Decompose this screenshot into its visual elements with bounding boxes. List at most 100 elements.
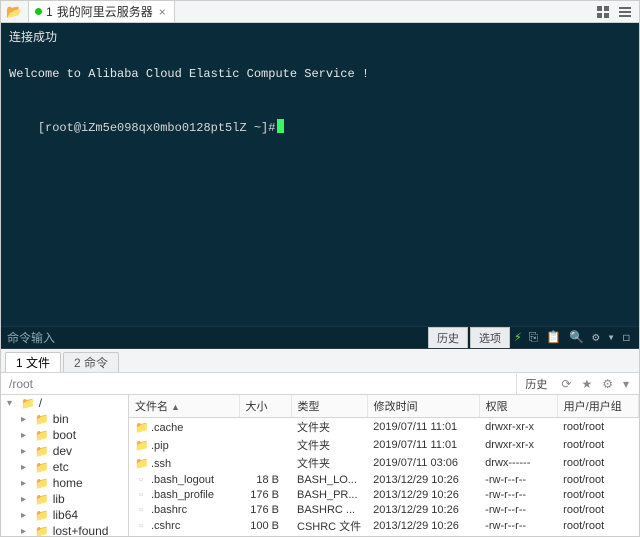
path-history-button[interactable]: 历史 [516, 374, 555, 394]
caret-right-icon: ▸ [21, 446, 31, 457]
folder-icon: 📁 [35, 477, 49, 490]
cell-owner: root/root [557, 487, 638, 502]
cell-name: 📁.cache [129, 418, 239, 437]
cell-modified: 2020/03/29 15:25 [367, 535, 479, 536]
terminal-bottom-bar: 命令输入 历史 选项 ⚡ ⎘ 📋 🔍 ⚙ ▾ ◻ [1, 326, 639, 348]
cell-type: BASH_PR... [291, 487, 367, 502]
cell-type: 文件夹 [291, 418, 367, 437]
tree-node[interactable]: ▸ 📁 lib [1, 491, 128, 507]
tree-node[interactable]: ▸📁boot [1, 427, 128, 443]
cell-perm: drwx------ [479, 454, 557, 472]
cell-type: BASH_LO... [291, 472, 367, 487]
session-tab[interactable]: 1 我的阿里云服务器 × [29, 1, 175, 22]
path-input[interactable] [1, 373, 516, 394]
close-icon[interactable]: × [157, 5, 168, 19]
panel-tabbar: 1 文件 2 命令 [1, 349, 639, 373]
terminal-prompt-line: [root@iZm5e098qx0mbo0128pt5lZ ~]# [9, 101, 631, 155]
col-perm[interactable]: 权限 [479, 395, 557, 418]
table-row[interactable]: 📁.cache文件夹2019/07/11 11:01drwxr-xr-xroot… [129, 418, 639, 437]
folder-icon: 📁 [35, 461, 49, 474]
tree-node[interactable]: ▸📁lib64 [1, 507, 128, 523]
cell-modified: 2013/12/29 10:26 [367, 472, 479, 487]
cell-perm: -rw-r--r-- [479, 502, 557, 517]
tab-commands[interactable]: 2 命令 [63, 352, 119, 372]
tree-node[interactable]: ▸📁lost+found [1, 523, 128, 536]
refresh-icon[interactable]: ⟳ [557, 377, 575, 391]
terminal[interactable]: 连接成功 Welcome to Alibaba Cloud Elastic Co… [1, 23, 639, 349]
table-row[interactable]: ▫.bash_profile176 BBASH_PR...2013/12/29 … [129, 487, 639, 502]
folder-open-icon[interactable]: 📂 [1, 1, 29, 22]
directory-tree[interactable]: ▾ 📁 / ▸📁bin▸📁boot▸📁dev▸📁etc▸📁home▸📁lib▸📁… [1, 395, 129, 536]
col-size[interactable]: 大小 [239, 395, 291, 418]
command-input-placeholder[interactable]: 命令输入 [7, 329, 428, 346]
terminal-line-connected: 连接成功 [9, 29, 631, 47]
pathbar-chevron-down-icon[interactable]: ▾ [619, 377, 633, 391]
tree-node[interactable]: ▸ 📁 dev [1, 443, 128, 459]
cell-perm: drwxr-xr-x [479, 436, 557, 454]
tab-title: 我的阿里云服务器 [57, 3, 153, 20]
chevron-down-icon[interactable]: ▾ [605, 330, 618, 345]
options-button[interactable]: 选项 [470, 327, 510, 349]
table-row[interactable]: ▫.bash_logout18 BBASH_LO...2013/12/29 10… [129, 472, 639, 487]
file-browser: ▾ 📁 / ▸📁bin▸📁boot▸📁dev▸📁etc▸📁home▸📁lib▸📁… [1, 395, 639, 536]
tree-node[interactable]: ▸📁home [1, 475, 128, 491]
file-table-wrap: 文件名▲ 大小 类型 修改时间 权限 用户/用户组 📁.cache 文件夹2019… [129, 395, 639, 536]
caret-right-icon: ▸ [21, 478, 31, 489]
search-icon[interactable]: 🔍 [566, 330, 587, 345]
cell-owner: root/root [557, 454, 638, 472]
folder-icon: 📁 [35, 429, 49, 442]
cell-name: ▫.bashrc [129, 502, 239, 517]
paste-icon[interactable]: 📋 [543, 330, 564, 345]
cell-type: CSHRC 文件 [291, 517, 367, 535]
cell-owner: root/root [557, 502, 638, 517]
pin-icon[interactable]: ◻ [620, 330, 633, 345]
cell-owner: root/root [557, 535, 638, 536]
gear-icon[interactable]: ⚙ [589, 330, 602, 345]
bolt-icon[interactable]: ⚡ [512, 330, 524, 345]
status-dot-icon [35, 8, 42, 15]
table-row[interactable]: ▫.bashrc176 BBASHRC ...2013/12/29 10:26-… [129, 502, 639, 517]
cell-size [239, 454, 291, 472]
tree-node-label: boot [53, 428, 76, 442]
bookmark-icon[interactable]: ★ [577, 377, 596, 391]
tree-node-label: dev [53, 444, 72, 458]
tab-files[interactable]: 1 文件 [5, 352, 61, 372]
folder-icon: 📁 [21, 397, 35, 410]
table-row[interactable]: 📁.ssh文件夹2019/07/11 03:06drwx------root/r… [129, 454, 639, 472]
folder-icon: 📁 [35, 445, 49, 458]
history-button[interactable]: 历史 [428, 327, 468, 349]
col-name[interactable]: 文件名▲ [129, 395, 239, 418]
tree-node[interactable]: ▸📁etc [1, 459, 128, 475]
caret-right-icon: ▸ [21, 494, 31, 505]
cell-modified: 2019/07/11 03:06 [367, 454, 479, 472]
tree-node-label: lib [53, 492, 65, 506]
table-row[interactable]: ▫.pydistutils.cfg205 BCFG 文件2020/03/29 1… [129, 535, 639, 536]
cell-type: CFG 文件 [291, 535, 367, 536]
cell-size [239, 418, 291, 437]
copy-icon[interactable]: ⎘ [526, 331, 542, 345]
cell-name: 📁.pip [129, 436, 239, 454]
pathbar: 历史 ⟳ ★ ⚙ ▾ [1, 373, 639, 395]
cell-size: 176 B [239, 487, 291, 502]
cell-size: 100 B [239, 517, 291, 535]
pathbar-gear-icon[interactable]: ⚙ [598, 377, 617, 391]
tree-root[interactable]: ▾ 📁 / [1, 395, 128, 411]
grid-view-icon[interactable] [595, 4, 611, 20]
file-table-header-row: 文件名▲ 大小 类型 修改时间 权限 用户/用户组 [129, 395, 639, 418]
list-view-icon[interactable] [617, 4, 633, 20]
tree-node[interactable]: ▸📁bin [1, 411, 128, 427]
terminal-prompt: [root@iZm5e098qx0mbo0128pt5lZ ~]# [38, 121, 276, 135]
col-owner[interactable]: 用户/用户组 [557, 395, 638, 418]
folder-icon: 📁 [35, 493, 49, 506]
tree-node-label: lost+found [53, 524, 109, 536]
table-row[interactable]: 📁.pip文件夹2019/07/11 11:01drwxr-xr-xroot/r… [129, 436, 639, 454]
col-type[interactable]: 类型 [291, 395, 367, 418]
cell-size: 176 B [239, 502, 291, 517]
tree-node-label: bin [53, 412, 69, 426]
table-row[interactable]: ▫.cshrc100 BCSHRC 文件2013/12/29 10:26-rw-… [129, 517, 639, 535]
col-modified[interactable]: 修改时间 [367, 395, 479, 418]
cell-name: ▫.bash_profile [129, 487, 239, 502]
cell-name: ▫.bash_logout [129, 472, 239, 487]
caret-down-icon: ▾ [7, 398, 17, 409]
cell-modified: 2019/07/11 11:01 [367, 418, 479, 437]
